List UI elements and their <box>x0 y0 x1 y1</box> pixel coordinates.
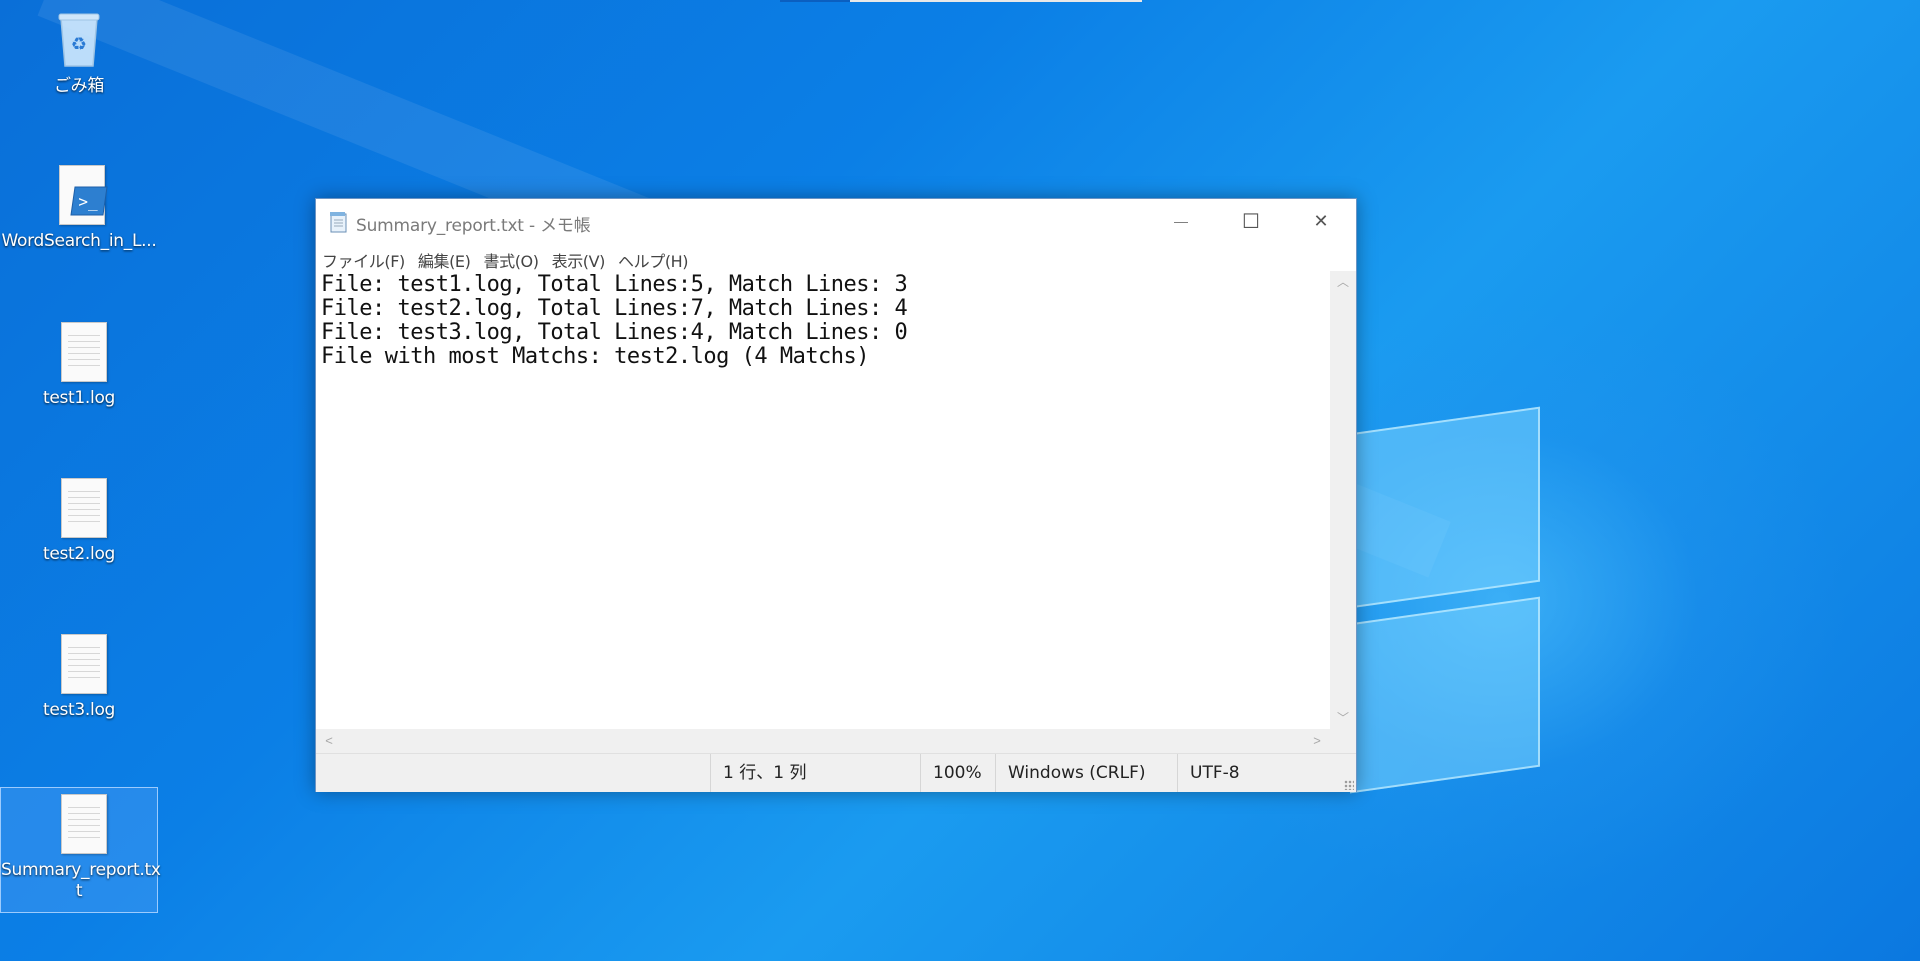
status-encoding: UTF-8 <box>1177 754 1356 792</box>
desktop-icon-label: Summary_report.tx t <box>1 860 161 901</box>
text-line: File: test1.log, Total Lines:5, Match Li… <box>321 272 908 297</box>
menu-file[interactable]: ファイル(F) <box>316 243 412 271</box>
desktop-icon-label: test3.log <box>42 700 116 720</box>
status-cursor-position: 1 行、1 列 <box>710 754 920 792</box>
windows-logo-wallpaper <box>1330 406 1550 794</box>
scroll-right-icon[interactable]: > <box>1306 729 1328 753</box>
menu-bar: ファイル(F) 編集(E) 書式(O) 表示(V) ヘルプ(H) <box>316 243 1356 271</box>
menu-format[interactable]: 書式(O) <box>478 243 546 271</box>
top-edge-strip <box>780 0 850 2</box>
scroll-down-icon[interactable]: ﹀ <box>1330 707 1356 729</box>
text-line: File: test3.log, Total Lines:4, Match Li… <box>321 320 908 345</box>
scrollbar-corner <box>1330 729 1356 753</box>
notepad-window[interactable]: Summary_report.txt - メモ帳 — ☐ ✕ ファイル(F) 編… <box>315 198 1357 792</box>
svg-text:>_: >_ <box>78 192 98 211</box>
status-line-ending: Windows (CRLF) <box>995 754 1177 792</box>
text-file-icon <box>47 792 111 856</box>
desktop-icon-wordsearch-script[interactable]: >_ WordSearch_in_L... <box>0 163 158 252</box>
window-title: Summary_report.txt - メモ帳 <box>356 216 591 236</box>
text-file-icon <box>47 476 111 540</box>
desktop-icon-summary-report[interactable]: Summary_report.tx t <box>0 787 161 913</box>
desktop-icon-test3-log[interactable]: test3.log <box>0 632 158 721</box>
text-file-icon <box>47 632 111 696</box>
text-line: File with most Matchs: test2.log (4 Matc… <box>321 344 870 369</box>
menu-edit[interactable]: 編集(E) <box>412 243 478 271</box>
svg-text:♻: ♻ <box>71 34 87 55</box>
close-icon: ✕ <box>1313 210 1329 231</box>
desktop-icon-label: ごみ箱 <box>53 76 105 96</box>
desktop-icon-label: test2.log <box>42 544 116 564</box>
minimize-button[interactable]: — <box>1146 199 1216 243</box>
text-line: File: test2.log, Total Lines:7, Match Li… <box>321 296 908 321</box>
desktop-icon-test1-log[interactable]: test1.log <box>0 320 158 409</box>
scroll-up-icon[interactable]: ︿ <box>1330 271 1356 293</box>
desktop-icon-label: test1.log <box>42 388 116 408</box>
horizontal-scrollbar[interactable]: < > <box>316 729 1330 753</box>
powershell-script-icon: >_ <box>47 163 111 227</box>
menu-view[interactable]: 表示(V) <box>546 243 612 271</box>
status-bar: 1 行、1 列 100% Windows (CRLF) UTF-8 <box>316 753 1356 792</box>
resize-grip-icon[interactable] <box>1344 780 1354 790</box>
top-edge-strip <box>850 0 1142 2</box>
scroll-left-icon[interactable]: < <box>318 729 340 753</box>
status-zoom: 100% <box>920 754 995 792</box>
desktop-icon-recycle-bin[interactable]: ♻ ごみ箱 <box>0 8 158 97</box>
text-file-icon <box>47 320 111 384</box>
desktop-icon-label: WordSearch_in_L... <box>1 231 157 251</box>
recycle-bin-icon: ♻ <box>47 8 111 72</box>
minimize-icon: — <box>1174 213 1188 229</box>
notepad-icon <box>330 212 347 233</box>
text-editor-area[interactable]: File: test1.log, Total Lines:5, Match Li… <box>316 271 1330 729</box>
maximize-icon: ☐ <box>1242 210 1260 233</box>
desktop-icon-test2-log[interactable]: test2.log <box>0 476 158 565</box>
vertical-scrollbar[interactable]: ︿ ﹀ <box>1330 271 1356 729</box>
close-button[interactable]: ✕ <box>1286 199 1356 243</box>
maximize-button[interactable]: ☐ <box>1216 199 1286 243</box>
menu-help[interactable]: ヘルプ(H) <box>612 243 695 271</box>
title-bar[interactable]: Summary_report.txt - メモ帳 — ☐ ✕ <box>316 199 1356 243</box>
